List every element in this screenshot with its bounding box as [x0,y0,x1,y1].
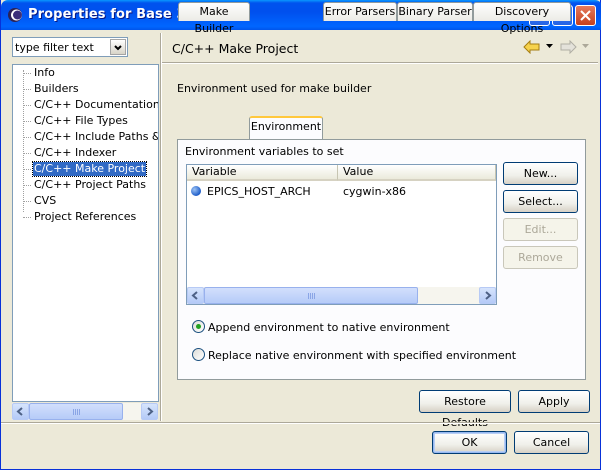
tree-connector [23,121,31,122]
tree-item[interactable]: Info [33,66,56,80]
tree-horizontal-scrollbar[interactable] [12,403,158,420]
chevron-left-icon [16,407,23,416]
select-button[interactable]: Select... [503,190,578,213]
ok-label: OK [461,436,478,449]
tree-item[interactable]: CVS [33,194,57,208]
forward-arrow-icon [560,40,577,54]
replace-env-radio[interactable] [192,348,205,361]
page-header: C/C++ Make Project [162,33,598,61]
filter-dropdown-button[interactable] [110,39,126,55]
scroll-thumb[interactable] [29,403,123,420]
tree-connector [23,217,31,218]
column-header-value[interactable]: Value [338,165,496,181]
remove-button[interactable]: Remove [503,246,578,269]
tree-item[interactable]: C/C++ Indexer [33,146,117,160]
tree-connector [23,137,31,138]
table-horizontal-scrollbar[interactable] [187,287,496,304]
tree-item[interactable]: C/C++ Project Paths [33,178,147,192]
chevron-right-icon [147,407,154,416]
back-menu-chevron-icon[interactable] [546,44,553,49]
left-pane: Info Builders C/C++ Documentation C/C++ Fil… [4,33,159,421]
properties-dialog: Properties for Base 3.14.8.2 InfoBuilder… [0,0,601,470]
scroll-right-button[interactable] [141,403,158,420]
tree-connector [23,89,31,90]
close-icon [580,10,591,21]
chevron-down-icon [114,45,122,51]
tab-error-parsers[interactable]: Error Parsers [323,2,397,21]
tab-make-builder[interactable]: Make Builder [178,2,250,35]
tree-item[interactable]: C/C++ Include Paths & S [33,130,158,144]
chevron-right-icon [485,291,492,300]
table-scroll-thumb[interactable] [204,287,418,304]
tree-connector [23,185,31,186]
header-separator [162,62,598,64]
replace-env-label[interactable]: Replace native environment with specifie… [208,349,516,362]
back-arrow-icon[interactable] [523,40,541,54]
cell-value: cygwin-x86 [343,185,407,198]
table-scroll-right-button[interactable] [479,287,496,304]
cancel-button[interactable]: Cancel [514,431,589,454]
edit-button-label: Edit... [524,223,557,236]
filter-combo[interactable] [12,37,128,57]
scroll-left-button[interactable] [12,403,29,420]
new-button[interactable]: New... [503,162,578,185]
env-variables-table[interactable]: Variable Value EPICS_HOST_ARCH cygwin-x8… [186,164,497,305]
append-env-label[interactable]: Append environment to native environment [208,321,450,334]
tree-item[interactable]: C/C++ File Types [33,114,129,128]
page-description: Environment used for make builder [177,82,372,95]
ok-button[interactable]: OK [432,431,507,454]
tree-connector [23,153,31,154]
cancel-label: Cancel [532,436,571,449]
select-button-label: Select... [518,195,563,208]
env-group-label: Environment variables to set [185,145,344,158]
table-scroll-left-button[interactable] [187,287,204,304]
edit-button[interactable]: Edit... [503,218,578,241]
tree-item[interactable]: Builders [33,82,80,96]
tree-connector [23,105,31,106]
tree-connector [23,201,31,202]
filter-input[interactable] [15,40,105,54]
tab-binary-parser[interactable]: Binary Parser [397,2,473,21]
eclipse-app-icon [8,8,22,22]
forward-menu-chevron-icon [582,44,589,48]
table-row[interactable]: EPICS_HOST_ARCH cygwin-x86 [187,182,496,200]
page-title: C/C++ Make Project [172,41,299,56]
tree-connector [23,70,24,212]
tree-item[interactable]: C/C++ Documentation [33,98,158,112]
tree-connector [23,169,31,170]
tree-item[interactable]: C/C++ Make Project [31,161,148,177]
append-env-radio[interactable] [192,320,205,333]
radio-checked-dot [196,324,201,329]
apply-button[interactable]: Apply [518,390,590,413]
close-button[interactable] [575,5,596,26]
tree-connector [23,73,31,74]
apply-label: Apply [538,395,570,408]
tree-item[interactable]: Project References [33,210,137,224]
tab-discovery-options[interactable]: Discovery Options [473,2,571,35]
restore-defaults-button[interactable]: Restore Defaults [419,390,511,429]
column-header-variable[interactable]: Variable [187,165,338,181]
cell-variable: EPICS_HOST_ARCH [207,185,311,198]
chevron-left-icon [191,291,198,300]
pane-sash[interactable] [160,33,162,421]
variable-icon [191,186,201,196]
remove-button-label: Remove [518,251,563,264]
preference-tree[interactable]: Info Builders C/C++ Documentation C/C++ Fil… [12,64,159,402]
tab-environment[interactable]: Environment [249,116,323,139]
footer-separator [1,422,600,424]
new-button-label: New... [523,167,558,180]
